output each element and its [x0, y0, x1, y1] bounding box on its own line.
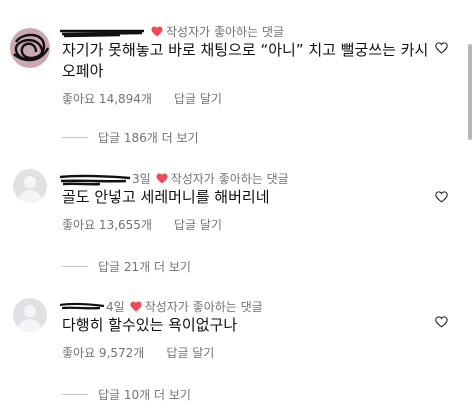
comment-text-line: 오페아 [62, 62, 104, 80]
comment-meta: 작성자가 좋아하는 댓글 [60, 22, 285, 40]
username[interactable] [60, 172, 131, 186]
view-replies-label[interactable]: 답글 10개 더 보기 [98, 386, 191, 403]
username[interactable] [60, 25, 144, 38]
pinned-label: 작성자가 좋아하는 댓글 [144, 299, 263, 314]
scrollbar[interactable] [468, 44, 472, 140]
view-replies[interactable]: 답글 10개 더 보기 [62, 386, 191, 403]
comment-text: 골도 안넣고 세레머니를 해버리네 [62, 187, 270, 208]
like-button[interactable] [435, 39, 448, 58]
likes-count[interactable]: 좋아요 13,655개 [62, 216, 152, 233]
comment-meta: 4일 작성자가 좋아하는 댓글 [60, 297, 263, 315]
avatar[interactable] [10, 28, 50, 68]
reply-button[interactable]: 답글 달기 [174, 90, 222, 107]
view-replies-label[interactable]: 답글 186개 더 보기 [98, 129, 199, 146]
comment-meta: 3일 작성자가 좋아하는 댓글 [60, 169, 289, 187]
pinned-label: 작성자가 좋아하는 댓글 [166, 24, 285, 39]
view-replies-label[interactable]: 답글 21개 더 보기 [98, 258, 191, 275]
avatar[interactable] [13, 298, 47, 332]
heart-outline-icon[interactable] [435, 39, 448, 58]
heart-filled-icon [156, 173, 168, 184]
like-button[interactable] [435, 313, 448, 332]
comment: 3일 작성자가 좋아하는 댓글 골도 안넣고 세레머니를 해버리네 좋아요 13… [0, 150, 474, 280]
comment-actions: 좋아요 9,572개 답글 달기 [62, 344, 214, 361]
reply-button[interactable]: 답글 달기 [166, 344, 214, 361]
comment: 작성자가 좋아하는 댓글 자기가 못해놓고 바로 채팅으로 “아니” 치고 뻘궁… [0, 0, 474, 150]
comment-time: 4일 [106, 299, 125, 314]
scribble-redaction [13, 33, 50, 62]
comment-text: 자기가 못해놓고 바로 채팅으로 “아니” 치고 뻘궁쓰는 카시 오페아 [62, 40, 428, 82]
heart-filled-icon [130, 301, 142, 312]
divider [62, 266, 88, 267]
avatar[interactable] [13, 169, 47, 203]
comment-text-line: 골도 안넣고 세레머니를 해버리네 [62, 188, 270, 206]
scribble-redaction [60, 174, 131, 186]
view-replies[interactable]: 답글 21개 더 보기 [62, 258, 191, 275]
comment-time: 3일 [132, 171, 151, 186]
likes-count[interactable]: 좋아요 9,572개 [62, 344, 144, 361]
heart-outline-icon[interactable] [435, 313, 448, 332]
comment-actions: 좋아요 13,655개 답글 달기 [62, 216, 222, 233]
comment: 4일 작성자가 좋아하는 댓글 다행히 할수있는 욕이없구나 좋아요 9,572… [0, 280, 474, 411]
comment-actions: 좋아요 14,894개 답글 달기 [62, 90, 222, 107]
comment-text: 다행히 할수있는 욕이없구나 [62, 315, 237, 336]
pinned-label: 작성자가 좋아하는 댓글 [170, 171, 289, 186]
view-replies[interactable]: 답글 186개 더 보기 [62, 129, 199, 146]
divider [62, 394, 88, 395]
reply-button[interactable]: 답글 달기 [174, 216, 222, 233]
divider [62, 137, 88, 138]
heart-outline-icon[interactable] [435, 188, 448, 207]
comment-text-line: 다행히 할수있는 욕이없구나 [62, 316, 238, 334]
like-button[interactable] [435, 188, 448, 207]
scribble-redaction [60, 302, 105, 310]
username[interactable] [60, 300, 105, 312]
comment-text-line: 자기가 못해놓고 바로 채팅으로 “아니” 치고 뻘궁쓰는 카시 [62, 41, 429, 59]
scribble-redaction [60, 29, 144, 38]
heart-filled-icon [151, 26, 163, 37]
likes-count[interactable]: 좋아요 14,894개 [62, 90, 152, 107]
